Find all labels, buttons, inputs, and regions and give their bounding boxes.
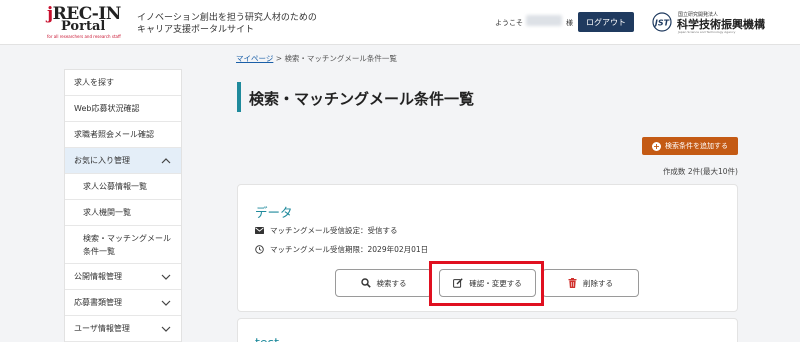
username-blurred <box>526 15 562 26</box>
mail-setting-line: マッチングメール受信設定：受信する <box>255 225 398 236</box>
sidebar-item-label: 求人を探す <box>74 78 114 87</box>
chevron-down-icon <box>161 300 171 306</box>
sidebar-item-public-info[interactable]: 公開情報管理 <box>65 264 181 290</box>
confirm-edit-button[interactable]: 確認・変更する <box>439 269 536 297</box>
sidebar-item-label: お気に入り管理 <box>74 156 130 165</box>
condition-card: test <box>237 318 738 342</box>
breadcrumb-separator: > <box>275 54 283 63</box>
sidebar-item-label: 求人公募情報一覧 <box>83 182 147 191</box>
sidebar-item-label: 求人機関一覧 <box>83 208 131 217</box>
org-english-name: Japan Science and Technology Agency <box>678 30 736 34</box>
delete-button[interactable]: 削除する <box>542 269 639 297</box>
header: jREC-IN Portal for all researchers and r… <box>0 0 800 45</box>
sidebar: 求人を探す Web応募状況確認 求職者照会メール確認 お気に入り管理 求人公募情… <box>64 69 182 342</box>
sidebar-subitem-matching-mail[interactable]: 検索・マッチングメール条件一覧 <box>65 226 181 264</box>
edit-icon <box>453 278 463 288</box>
tagline-line-1: イノベーション創出を担う研究人材のための <box>137 13 317 23</box>
sidebar-item-search-jobs[interactable]: 求人を探す <box>65 70 181 96</box>
add-button-label: 検索条件を追加する <box>665 142 728 150</box>
jst-logo[interactable]: JST 国立研究開発法人 科学技術振興機構 Japan Science and … <box>650 10 768 36</box>
edit-button-label: 確認・変更する <box>469 278 522 288</box>
breadcrumb: マイページ > 検索・マッチングメール条件一覧 <box>236 53 397 64</box>
sidebar-item-documents[interactable]: 応募書類管理 <box>65 290 181 316</box>
deadline-text: マッチングメール受信期限：2029年02月01日 <box>270 245 429 254</box>
sidebar-item-user-info[interactable]: ユーザ情報管理 <box>65 316 181 342</box>
chevron-down-icon <box>161 326 171 332</box>
delete-button-label: 削除する <box>583 278 613 288</box>
deadline-line: マッチングメール受信期限：2029年02月01日 <box>255 244 428 255</box>
sidebar-item-inquiry-mail[interactable]: 求職者照会メール確認 <box>65 122 181 148</box>
title-accent-bar <box>237 82 241 112</box>
add-search-condition-button[interactable]: + 検索条件を追加する <box>642 137 738 155</box>
logo-tagline: for all researchers and research staff <box>47 34 121 39</box>
sidebar-subitem-job-list[interactable]: 求人公募情報一覧 <box>65 174 181 200</box>
sidebar-item-label: 検索・マッチングメール条件一覧 <box>83 233 171 256</box>
plus-circle-icon: + <box>652 141 661 151</box>
trash-icon <box>568 278 577 288</box>
sidebar-item-label: Web応募状況確認 <box>74 104 140 113</box>
jst-badge-icon: JST <box>652 12 672 32</box>
condition-card: データ マッチングメール受信設定：受信する マッチングメール受信期限：2029年… <box>237 184 738 312</box>
logout-button[interactable]: ログアウト <box>578 12 634 32</box>
breadcrumb-home-link[interactable]: マイページ <box>236 54 273 63</box>
clock-icon <box>255 245 264 254</box>
condition-title: データ <box>255 205 293 220</box>
chevron-down-icon <box>161 274 171 280</box>
created-count: 作成数 2件(最大10件) <box>662 167 738 176</box>
logo-sub: Portal <box>61 19 106 34</box>
sidebar-subitem-org-list[interactable]: 求人機関一覧 <box>65 200 181 226</box>
sidebar-item-web-application[interactable]: Web応募状況確認 <box>65 96 181 122</box>
search-button-label: 検索する <box>376 278 407 288</box>
mail-setting-text: マッチングメール受信設定：受信する <box>270 226 398 235</box>
condition-title: test <box>255 335 279 342</box>
jrec-in-logo[interactable]: jREC-IN Portal for all researchers and r… <box>47 5 121 41</box>
tagline-line-2: キャリア支援ポータルサイト <box>137 25 255 35</box>
breadcrumb-current: 検索・マッチングメール条件一覧 <box>284 54 397 63</box>
sidebar-item-label: 公開情報管理 <box>74 272 122 281</box>
svg-text:JST: JST <box>653 19 670 28</box>
sidebar-item-label: 応募書類管理 <box>74 298 122 307</box>
search-icon <box>360 278 371 288</box>
site-tagline: イノベーション創出を担う研究人材のための キャリア支援ポータルサイト <box>137 12 317 36</box>
search-button[interactable]: 検索する <box>335 269 432 297</box>
envelope-icon <box>255 227 264 234</box>
welcome-text: ようこそ <box>495 19 523 27</box>
sidebar-item-label: ユーザ情報管理 <box>74 324 130 333</box>
sidebar-item-favorites[interactable]: お気に入り管理 <box>65 148 181 174</box>
chevron-up-icon <box>161 158 171 164</box>
honorific: 様 <box>566 19 573 27</box>
page-title: 検索・マッチングメール条件一覧 <box>249 90 475 108</box>
sidebar-item-label: 求職者照会メール確認 <box>74 130 154 139</box>
